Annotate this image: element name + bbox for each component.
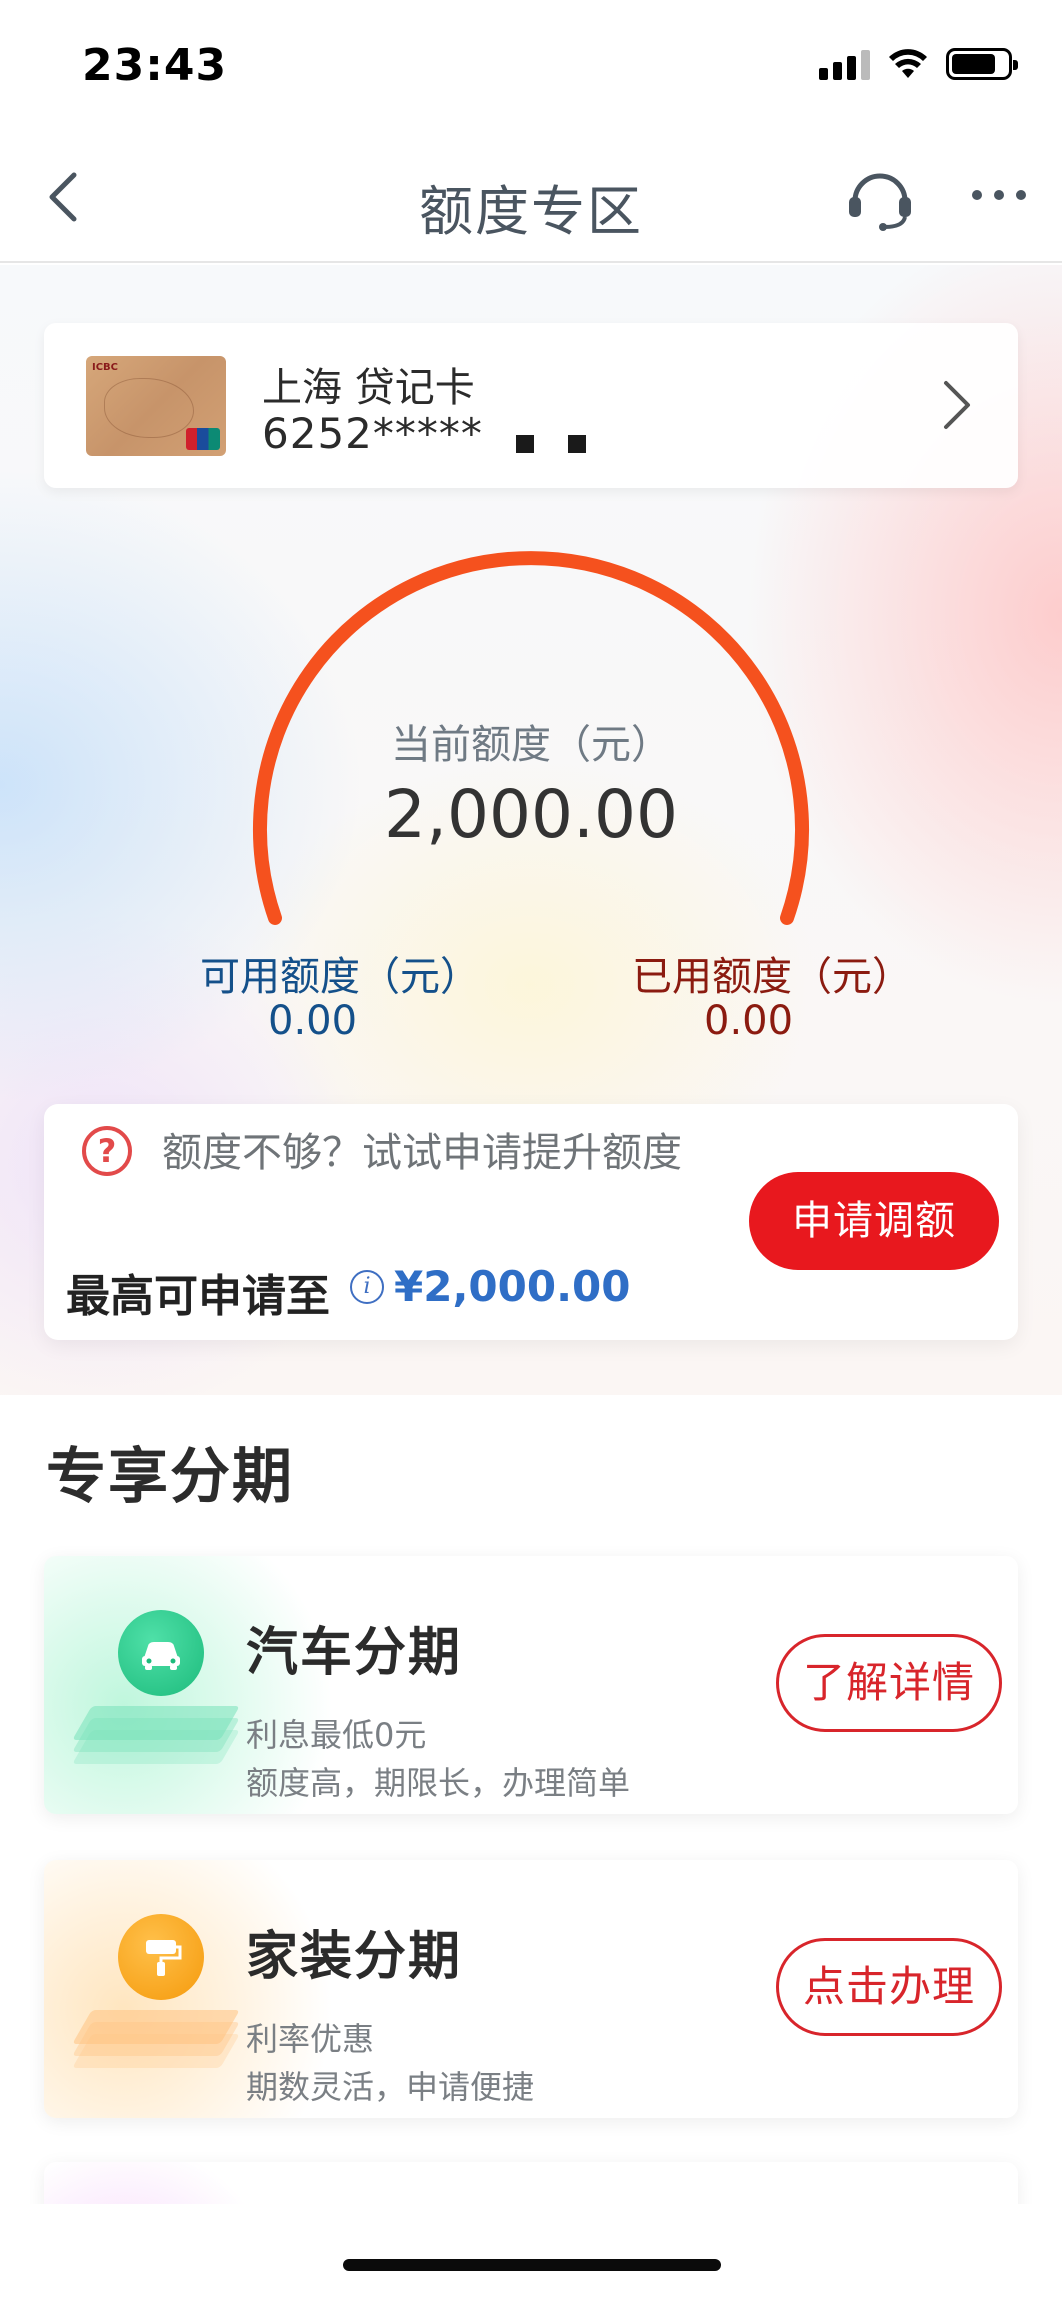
question-icon: ? [82, 1126, 132, 1176]
max-apply-label: 最高可申请至 [66, 1271, 330, 1322]
status-icons [819, 48, 1018, 80]
paint-roller-icon [118, 1914, 204, 2000]
home-installment-illustration [62, 1914, 242, 2074]
redaction-mark [568, 435, 586, 453]
raise-limit-card: ? 额度不够？试试申请提升额度 最高可申请至 i ¥2,000.00 申请调额 [44, 1104, 1018, 1340]
bank-logo-icon: ICBC [92, 362, 119, 373]
car-installment-illustration [62, 1610, 242, 1770]
unionpay-logo-icon [186, 428, 220, 450]
used-limit-label: 已用额度（元） [632, 954, 912, 1000]
section-title-exclusive-installments: 专享分期 [46, 1442, 294, 1512]
promo-title: 家装分期 [246, 1927, 463, 1987]
more-options-icon[interactable] [972, 185, 1032, 205]
nav-bar: 额度专区 [0, 135, 1062, 263]
current-limit-value: 2,000.00 [384, 776, 678, 853]
wifi-icon [889, 49, 927, 78]
status-time: 23:43 [82, 40, 228, 91]
car-installment-card[interactable]: 汽车分期 利息最低0元 额度高，期限长，办理简单 了解详情 [44, 1556, 1018, 1814]
home-indicator-area [0, 2204, 1062, 2298]
max-apply-value: ¥2,000.00 [394, 1262, 631, 1311]
car-icon [118, 1610, 204, 1696]
card-name: 上海 贷记卡 [262, 365, 475, 411]
promo-description: 额度高，期限长，办理简单 [246, 1764, 631, 1802]
redaction-mark [516, 435, 534, 453]
status-bar: 23:43 [0, 0, 1062, 135]
promo-subtitle: 利息最低0元 [246, 1716, 427, 1754]
info-icon[interactable]: i [350, 1270, 384, 1304]
used-limit-value: 0.00 [704, 998, 794, 1044]
apply-now-button[interactable]: 点击办理 [776, 1938, 1002, 2036]
card-map-pattern [104, 378, 194, 438]
apply-adjust-limit-button[interactable]: 申请调额 [749, 1172, 999, 1270]
promo-title: 汽车分期 [246, 1623, 463, 1683]
raise-limit-tip: 额度不够？试试申请提升额度 [162, 1130, 682, 1176]
home-decoration-installment-card[interactable]: 家装分期 利率优惠 期数灵活，申请便捷 点击办理 [44, 1860, 1018, 2118]
learn-more-button[interactable]: 了解详情 [776, 1634, 1002, 1732]
card-selector[interactable]: ICBC 上海 贷记卡 6252***** [44, 323, 1018, 488]
chevron-right-icon [944, 381, 970, 429]
available-limit-label: 可用额度（元） [200, 954, 480, 1000]
card-number: 6252***** [262, 409, 483, 458]
credit-card-image: ICBC [86, 356, 226, 456]
current-limit-label: 当前额度（元） [391, 722, 671, 768]
home-indicator-bar[interactable] [343, 2259, 721, 2271]
promo-description: 期数灵活，申请便捷 [246, 2068, 535, 2106]
available-limit-value: 0.00 [268, 998, 358, 1044]
battery-icon [946, 48, 1018, 80]
app-root: 23:43 额度专区 ICBC 上海 贷记卡 6252***** 当前额度（元）… [0, 0, 1062, 2298]
customer-service-headset-icon[interactable] [845, 163, 915, 233]
cellular-signal-icon [819, 48, 870, 80]
promo-subtitle: 利率优惠 [246, 2020, 375, 2058]
